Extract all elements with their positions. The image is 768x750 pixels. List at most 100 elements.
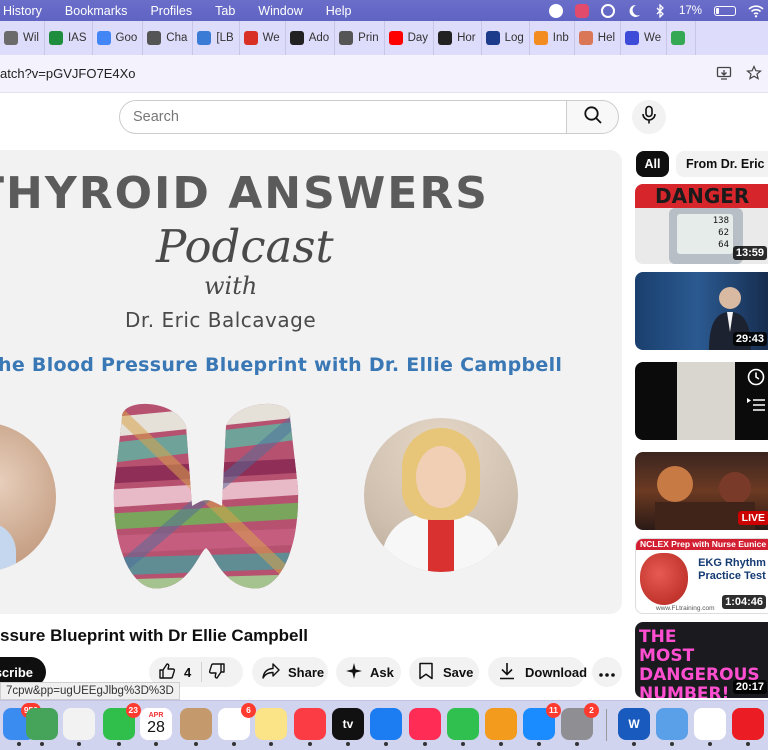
youtube-icon	[388, 31, 403, 45]
recommended-video-thumbnail[interactable]: LIVE	[635, 452, 768, 530]
like-divider	[201, 662, 203, 682]
browser-tab[interactable]: Day	[385, 21, 435, 55]
thumbnail-host-name: Dr. Eric Balcavage	[125, 308, 317, 332]
browser-tab[interactable]: [LB	[193, 21, 240, 55]
save-button[interactable]: Save	[409, 657, 479, 687]
browser-tab[interactable]: We	[240, 21, 286, 55]
browser-tab[interactable]: Goo	[93, 21, 144, 55]
wix-icon	[289, 31, 304, 45]
appletv-icon[interactable]: tv	[332, 708, 364, 746]
install-app-icon[interactable]	[716, 65, 732, 86]
tab-label: Log	[504, 32, 524, 44]
bluetooth-icon[interactable]	[653, 2, 667, 19]
browser-tab[interactable]: Inb	[530, 21, 575, 55]
search-box[interactable]	[119, 100, 567, 134]
download-button[interactable]: Download	[488, 657, 587, 687]
recommended-video-thumbnail[interactable]: 29:43	[635, 272, 768, 350]
music-icon[interactable]	[294, 708, 326, 746]
chip-all[interactable]: All	[636, 151, 669, 177]
play-icon[interactable]	[600, 3, 615, 18]
video-duration: 29:43	[732, 332, 767, 346]
grammarly-icon[interactable]	[548, 3, 563, 18]
menu-bookmarks[interactable]: Bookmarks	[65, 4, 128, 18]
claude-icon	[578, 31, 593, 45]
recommended-video-thumbnail[interactable]: NCLEX Prep with Nurse Eunice EKG Rhythm …	[635, 538, 768, 614]
menu-profiles[interactable]: Profiles	[150, 4, 192, 18]
browser-tab[interactable]: IAS	[45, 21, 93, 55]
news-icon[interactable]	[409, 708, 441, 746]
search-input[interactable]	[120, 101, 567, 133]
word-icon[interactable]: W	[618, 708, 650, 746]
tab-label: IAS	[67, 32, 87, 44]
preview-icon[interactable]	[656, 708, 688, 746]
browser-tab[interactable]	[667, 21, 697, 55]
running-indicator	[384, 742, 388, 746]
share-button[interactable]: Share	[252, 657, 328, 687]
reading-systolic: 138	[712, 216, 729, 226]
more-actions-button[interactable]	[592, 657, 622, 687]
browser-tab[interactable]: Wil	[0, 21, 45, 55]
running-indicator	[461, 742, 465, 746]
dock-separator	[606, 709, 607, 741]
reading-diastolic: 62	[718, 228, 729, 238]
running-indicator	[499, 742, 503, 746]
video-player[interactable]: THYROID ANSWERS Podcast with Dr. Eric Ba…	[0, 150, 622, 614]
wix-icon	[438, 31, 453, 45]
menu-window[interactable]: Window	[258, 4, 302, 18]
browser-tab[interactable]: Log	[482, 21, 530, 55]
browser-tab[interactable]: Prin	[335, 21, 385, 55]
video-duration: 1:04:46	[722, 595, 766, 609]
recommended-video-thumbnail[interactable]	[635, 362, 768, 440]
contacts-icon[interactable]	[180, 708, 212, 746]
tab-page-icon	[4, 31, 18, 45]
search-icon	[583, 105, 603, 130]
settings-icon[interactable]: 2	[561, 703, 599, 746]
like-button[interactable]: 4	[149, 662, 191, 683]
photos-icon[interactable]	[63, 708, 95, 746]
tab-label: Wil	[23, 32, 39, 44]
menu-tab[interactable]: Tab	[215, 4, 235, 18]
acrobat-icon[interactable]	[732, 708, 764, 746]
recommended-video-thumbnail[interactable]: THE MOST DANGEROUS NUMBER! 20:17	[635, 622, 768, 698]
url-field[interactable]: atch?v=pGVJFO7E4Xo	[0, 66, 136, 81]
browser-tab[interactable]: Hor	[434, 21, 482, 55]
tab-label: We	[262, 32, 280, 44]
appstore-icon[interactable]: 11	[523, 703, 561, 746]
tab-label: Hor	[457, 32, 476, 44]
chip-from-channel[interactable]: From Dr. Eric Ba	[676, 151, 768, 177]
tab-strip: Wil IAS Goo Cha [LB We Ado Prin Day Hor Log Inb Hel W…	[0, 21, 768, 55]
running-indicator	[708, 742, 712, 746]
chrome-icon[interactable]	[694, 708, 726, 746]
notes-icon[interactable]	[255, 708, 287, 746]
facetime-icon[interactable]: 23	[103, 703, 141, 746]
calendar-icon[interactable]: APR 28	[140, 708, 172, 746]
voice-search-button[interactable]	[632, 100, 666, 134]
browser-tab[interactable]: Ado	[286, 21, 336, 55]
bookmark-star-icon[interactable]	[746, 65, 762, 86]
video-title: ssure Blueprint with Dr Ellie Campbell	[0, 626, 308, 645]
tab-label: Hel	[597, 32, 616, 44]
running-indicator	[746, 742, 750, 746]
reminders-icon[interactable]: 6	[218, 703, 256, 746]
numbers-icon[interactable]	[447, 708, 479, 746]
app-status-icon[interactable]	[574, 3, 589, 18]
search-button[interactable]	[566, 100, 619, 134]
running-indicator	[575, 742, 579, 746]
battery-icon[interactable]	[714, 5, 736, 16]
dislike-button[interactable]	[208, 662, 226, 683]
calendar-icon	[96, 31, 111, 45]
ask-button[interactable]: Ask	[336, 657, 401, 687]
wifi-icon[interactable]	[748, 4, 764, 18]
maps-icon[interactable]	[26, 708, 58, 746]
recommended-video-thumbnail[interactable]: DANGER 138 62 64 13:59	[635, 184, 768, 264]
browser-tab[interactable]: Hel	[575, 21, 622, 55]
running-indicator	[154, 742, 158, 746]
menu-help[interactable]: Help	[326, 4, 352, 18]
moon-icon[interactable]	[627, 4, 641, 18]
pages-icon[interactable]	[485, 708, 517, 746]
browser-tab[interactable]: We	[621, 21, 668, 55]
thumbnail-episode-title: he Blood Pressure Blueprint with Dr. Ell…	[0, 354, 563, 376]
menu-history[interactable]: History	[3, 4, 42, 18]
keynote-icon[interactable]	[370, 708, 402, 746]
browser-tab[interactable]: Cha	[143, 21, 194, 55]
